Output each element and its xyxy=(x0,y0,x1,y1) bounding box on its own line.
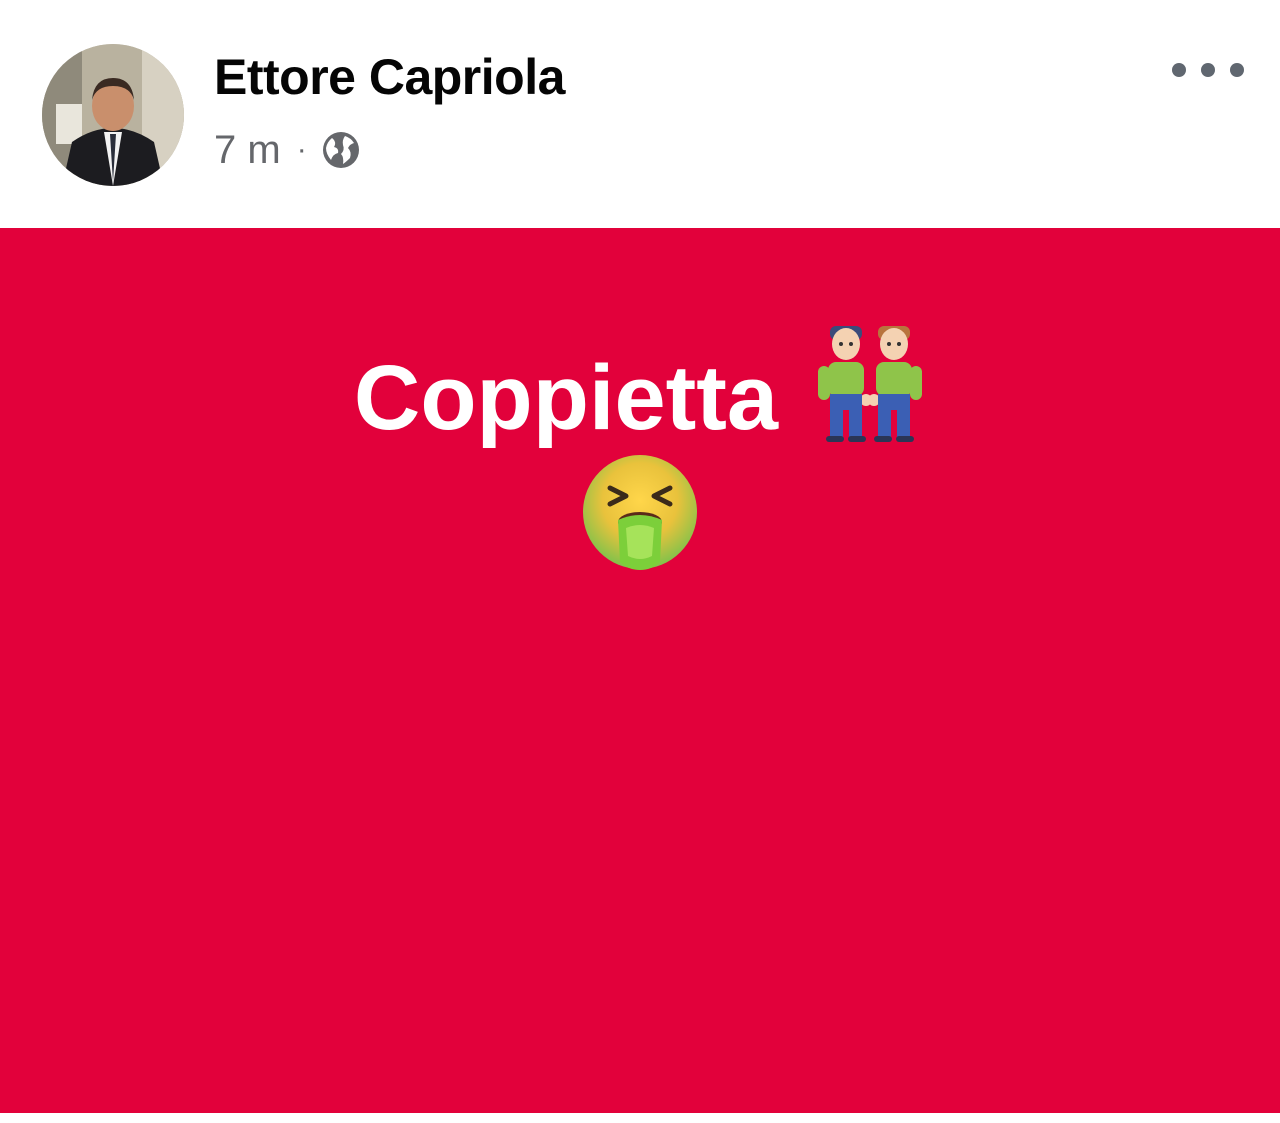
post-text-line-1: Coppietta xyxy=(0,320,1280,444)
meta-separator: · xyxy=(296,133,307,166)
more-dot xyxy=(1172,63,1186,77)
post-text-line-2 xyxy=(0,452,1280,572)
facebook-post: Ettore Capriola 7 m · Coppietta xyxy=(0,0,1280,1123)
post-header: Ettore Capriola 7 m · xyxy=(0,0,1280,228)
more-dot xyxy=(1230,63,1244,77)
post-content: Coppietta xyxy=(0,320,1280,572)
avatar-photo xyxy=(42,44,184,186)
post-text: Coppietta xyxy=(353,347,779,449)
more-dot xyxy=(1201,63,1215,77)
globe-icon[interactable] xyxy=(321,130,361,170)
post-meta: 7 m · xyxy=(214,126,361,174)
post-bottom-divider xyxy=(0,1113,1280,1123)
more-options-icon[interactable] xyxy=(1172,52,1244,88)
two-men-holding-hands-emoji xyxy=(818,326,923,442)
post-time[interactable]: 7 m xyxy=(214,128,281,173)
author-name[interactable]: Ettore Capriola xyxy=(214,48,565,106)
nauseated-vomiting-face-emoji xyxy=(583,455,697,570)
author-avatar[interactable] xyxy=(42,44,184,186)
